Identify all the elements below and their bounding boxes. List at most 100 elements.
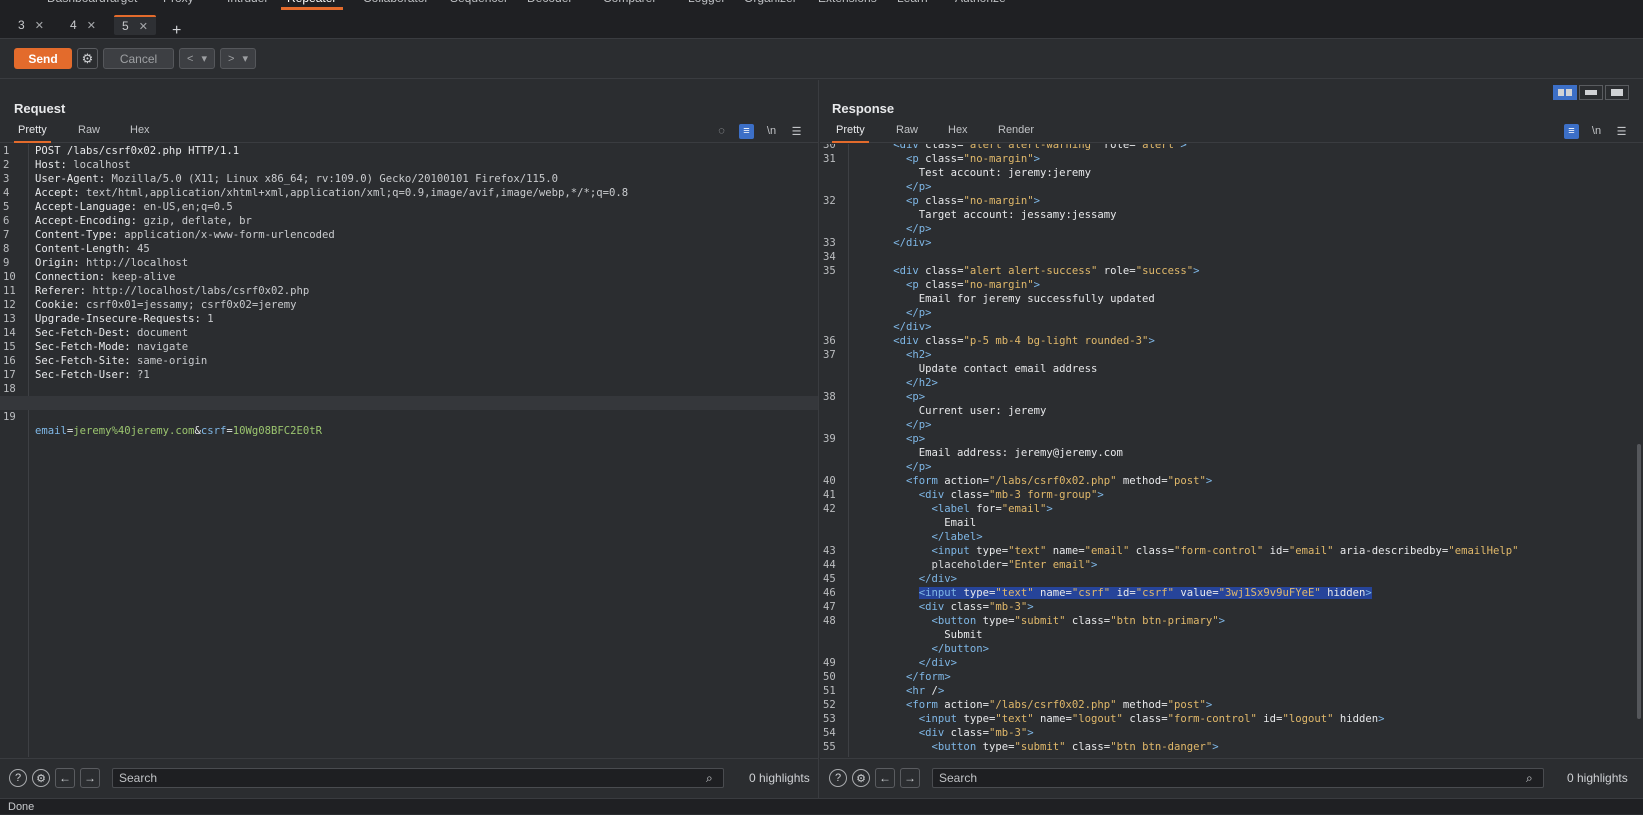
help-icon[interactable]: ? bbox=[829, 769, 847, 787]
request-line[interactable]: 17 Sec-Fetch-User: ?1 bbox=[0, 368, 818, 382]
response-line[interactable]: 30 <div class="alert alert-warning" role… bbox=[820, 144, 1643, 152]
nav-tab-decoder[interactable]: Decoder bbox=[527, 0, 572, 5]
response-line[interactable]: 43 <input type="text" name="email" class… bbox=[820, 544, 1643, 558]
request-line[interactable]: 15 Sec-Fetch-Mode: navigate bbox=[0, 340, 818, 354]
response-line[interactable]: 42 <label for="email"> bbox=[820, 502, 1643, 516]
nav-tab-authorize[interactable]: Authorize bbox=[955, 0, 1006, 5]
response-line[interactable]: 48 <button type="submit" class="btn btn-… bbox=[820, 614, 1643, 628]
tab-hex[interactable]: Hex bbox=[126, 124, 154, 143]
response-line[interactable]: </p> bbox=[820, 222, 1643, 236]
response-line[interactable]: 52 <form action="/labs/csrf0x02.php" met… bbox=[820, 698, 1643, 712]
nav-tab-target[interactable]: Target bbox=[104, 0, 137, 5]
arrow-right-icon[interactable]: → bbox=[900, 768, 920, 788]
response-line[interactable]: 34 bbox=[820, 250, 1643, 264]
response-line[interactable]: 39 <p> bbox=[820, 432, 1643, 446]
tab-render[interactable]: Render bbox=[994, 124, 1038, 143]
response-line[interactable]: 55 <button type="submit" class="btn btn-… bbox=[820, 740, 1643, 754]
response-line[interactable]: Current user: jeremy bbox=[820, 404, 1643, 418]
wrap-lines-icon[interactable]: ≡ bbox=[1564, 123, 1579, 139]
request-line[interactable]: 5 Accept-Language: en-US,en;q=0.5 bbox=[0, 200, 818, 214]
request-line[interactable]: 18 bbox=[0, 382, 818, 396]
response-line[interactable]: </p> bbox=[820, 460, 1643, 474]
response-line[interactable]: 41 <div class="mb-3 form-group"> bbox=[820, 488, 1643, 502]
response-line[interactable]: </button> bbox=[820, 642, 1643, 656]
request-line[interactable]: 14 Sec-Fetch-Dest: document bbox=[0, 326, 818, 340]
back-button[interactable]: < ▾ bbox=[179, 48, 215, 69]
response-line[interactable]: 44 placeholder="Enter email"> bbox=[820, 558, 1643, 572]
response-line[interactable]: 54 <div class="mb-3"> bbox=[820, 726, 1643, 740]
response-line[interactable]: 49 </div> bbox=[820, 656, 1643, 670]
response-line[interactable]: </p> bbox=[820, 180, 1643, 194]
nav-tab-collaborator[interactable]: Collaborator bbox=[363, 0, 428, 5]
response-line[interactable]: Email address: jeremy@jeremy.com bbox=[820, 446, 1643, 460]
arrow-left-icon[interactable]: ← bbox=[875, 768, 895, 788]
nav-tab-proxy[interactable]: Proxy bbox=[163, 0, 194, 5]
tab-4[interactable]: 4 ✕ bbox=[62, 15, 104, 35]
search-icon[interactable]: ⌕ bbox=[1526, 771, 1540, 785]
add-tab-button[interactable]: + bbox=[172, 23, 181, 39]
tab-pretty[interactable]: Pretty bbox=[14, 124, 51, 143]
request-line[interactable]: 3 User-Agent: Mozilla/5.0 (X11; Linux x86… bbox=[0, 172, 818, 186]
close-icon[interactable]: ✕ bbox=[87, 19, 96, 32]
newline-icon[interactable]: \n bbox=[1589, 124, 1604, 139]
cancel-button[interactable]: Cancel bbox=[103, 48, 174, 69]
request-line[interactable]: 1 POST /labs/csrf0x02.php HTTP/1.1 bbox=[0, 144, 818, 158]
tab-3[interactable]: 3 ✕ bbox=[10, 15, 52, 35]
search-icon[interactable]: ⌕ bbox=[706, 771, 720, 785]
request-line[interactable]: 6 Accept-Encoding: gzip, deflate, br bbox=[0, 214, 818, 228]
request-line[interactable]: 4 Accept: text/html,application/xhtml+xml… bbox=[0, 186, 818, 200]
tabs-layout-icon[interactable] bbox=[1605, 85, 1629, 100]
response-line[interactable]: 32 <p class="no-margin"> bbox=[820, 194, 1643, 208]
nav-tab-comparer[interactable]: Comparer bbox=[603, 0, 656, 5]
response-line[interactable]: </div> bbox=[820, 320, 1643, 334]
response-line[interactable]: 50 </form> bbox=[820, 670, 1643, 684]
menu-icon[interactable]: ☰ bbox=[1614, 124, 1629, 139]
scrollbar[interactable] bbox=[1637, 444, 1641, 719]
nav-tab-repeater[interactable]: Repeater bbox=[287, 0, 336, 5]
request-editor[interactable]: 1 POST /labs/csrf0x02.php HTTP/1.1 2 Host: … bbox=[0, 144, 818, 757]
response-line[interactable]: 33 </div> bbox=[820, 236, 1643, 250]
response-line[interactable]: 51 <hr /> bbox=[820, 684, 1643, 698]
hide-eye-icon[interactable]: ◌ bbox=[714, 124, 729, 139]
response-line[interactable]: Email bbox=[820, 516, 1643, 530]
request-line[interactable]: 13 Upgrade-Insecure-Requests: 1 bbox=[0, 312, 818, 326]
arrow-left-icon[interactable]: ← bbox=[55, 768, 75, 788]
chevron-down-icon[interactable]: ▾ bbox=[201, 52, 207, 65]
gear-icon[interactable]: ⚙ bbox=[852, 769, 870, 787]
response-line[interactable]: 45 </div> bbox=[820, 572, 1643, 586]
request-line[interactable]: 11 Referer: http://localhost/labs/csrf0x0… bbox=[0, 284, 818, 298]
search-input[interactable] bbox=[112, 768, 724, 788]
response-editor[interactable]: 30 <div class="alert alert-warning" role… bbox=[820, 144, 1643, 757]
gear-icon[interactable]: ⚙ bbox=[32, 769, 50, 787]
response-line[interactable]: 37 <h2> bbox=[820, 348, 1643, 362]
close-icon[interactable]: ✕ bbox=[35, 19, 44, 32]
response-line[interactable]: </label> bbox=[820, 530, 1643, 544]
response-line[interactable]: 47 <div class="mb-3"> bbox=[820, 600, 1643, 614]
gear-icon[interactable]: ⚙ bbox=[77, 48, 98, 69]
forward-button[interactable]: > ▾ bbox=[220, 48, 256, 69]
tab-hex[interactable]: Hex bbox=[944, 124, 972, 143]
nav-tab-intruder[interactable]: Intruder bbox=[227, 0, 268, 5]
menu-icon[interactable]: ☰ bbox=[789, 124, 804, 139]
tab-pretty[interactable]: Pretty bbox=[832, 124, 869, 143]
nav-tab-organizer[interactable]: Organizer bbox=[744, 0, 797, 5]
nav-tab-dashboard[interactable]: Dashboard bbox=[47, 0, 106, 5]
response-line[interactable]: </p> bbox=[820, 418, 1643, 432]
request-line[interactable]: 8 Content-Length: 45 bbox=[0, 242, 818, 256]
request-line[interactable]: 16 Sec-Fetch-Site: same-origin bbox=[0, 354, 818, 368]
body-line[interactable]: 19 email=jeremy%40jeremy.com&csrf=10Wg08… bbox=[0, 396, 818, 437]
tab-raw[interactable]: Raw bbox=[74, 124, 104, 143]
nav-tab-extensions[interactable]: Extensions bbox=[818, 0, 877, 5]
response-line[interactable]: Email for jeremy successfully updated bbox=[820, 292, 1643, 306]
nav-tab-sequencer[interactable]: Sequencer bbox=[450, 0, 508, 5]
send-button[interactable]: Send bbox=[14, 48, 72, 69]
request-line[interactable]: 9 Origin: http://localhost bbox=[0, 256, 818, 270]
arrow-right-icon[interactable]: → bbox=[80, 768, 100, 788]
response-line[interactable]: </h2> bbox=[820, 376, 1643, 390]
request-line[interactable]: 12 Cookie: csrf0x01=jessamy; csrf0x02=jer… bbox=[0, 298, 818, 312]
response-line[interactable]: Update contact email address bbox=[820, 362, 1643, 376]
request-line[interactable]: 2 Host: localhost bbox=[0, 158, 818, 172]
chevron-down-icon[interactable]: ▾ bbox=[242, 52, 248, 65]
newline-icon[interactable]: \n bbox=[764, 124, 779, 139]
response-line[interactable]: 53 <input type="text" name="logout" clas… bbox=[820, 712, 1643, 726]
